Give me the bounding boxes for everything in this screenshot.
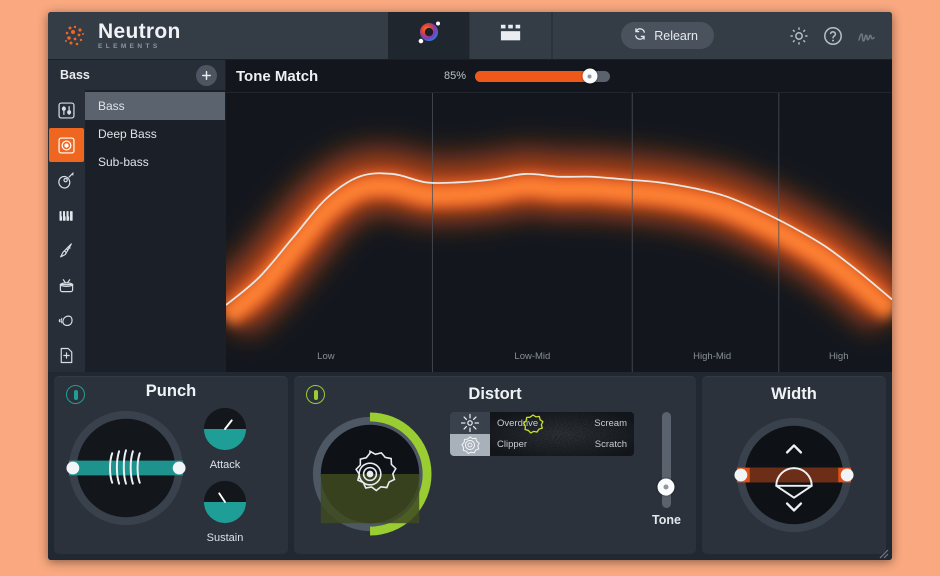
punch-sustain-control[interactable]: Sustain (202, 479, 248, 544)
tab-modules[interactable] (470, 12, 552, 59)
rail-item-guitar[interactable] (49, 163, 84, 197)
rail-item-vocals[interactable] (49, 303, 84, 337)
band-label-high-mid: High-Mid (693, 351, 732, 362)
band-label-low-mid: Low-Mid (514, 351, 551, 362)
plugin-window: Neutron ELEMENTS Relearn Bass Bass Deep … (48, 12, 892, 560)
width-title: Width (771, 384, 817, 403)
module-row: Punch Attack Sustain Distort Overdrive S… (48, 372, 892, 560)
punch-attack-label: Attack (209, 459, 241, 471)
relearn-button[interactable]: Relearn (621, 22, 714, 49)
sidebar-header: Bass (48, 60, 225, 90)
help-question-icon[interactable] (822, 25, 844, 47)
punch-title: Punch (145, 381, 197, 400)
preset-item-1[interactable]: Deep Bass (85, 120, 225, 148)
rail-item-drums[interactable] (49, 268, 84, 302)
punch-power-button[interactable] (66, 385, 85, 404)
band-label-high: High (828, 351, 849, 362)
rail-item-bass[interactable] (49, 128, 84, 162)
rail-item-faders[interactable] (49, 93, 84, 127)
resize-grip-icon[interactable] (878, 546, 889, 559)
module-width: Width (702, 376, 886, 554)
sustain-knob-icon (203, 480, 247, 524)
relearn-label: Relearn (654, 28, 698, 43)
mode-burst[interactable] (450, 412, 490, 434)
main-body: Bass Bass Deep Bass Sub-bass Tone Match … (48, 60, 892, 372)
distort-xy-pad[interactable]: Overdrive Scream Clipper Scratch (490, 412, 634, 456)
mode-rosette[interactable] (450, 434, 490, 456)
brand-subtitle: ELEMENTS (98, 42, 161, 50)
distort-power-button[interactable] (306, 385, 325, 404)
header-actions: Relearn (552, 12, 892, 59)
tone-match-slider-handle[interactable] (582, 68, 598, 84)
tone-match-toolbar: Tone Match 85% (226, 60, 892, 93)
bubble-sphere-icon (410, 14, 448, 57)
punch-sustain-label: Sustain (206, 532, 244, 544)
tone-label: Tone (652, 513, 681, 527)
rail-item-add[interactable] (49, 338, 84, 372)
preset-list: Bass Deep Bass Sub-bass (85, 90, 225, 372)
spectrum-canvas[interactable]: Low Low-Mid High-Mid High (226, 93, 892, 372)
rail-item-keys[interactable] (49, 198, 84, 232)
tone-slider[interactable] (657, 412, 675, 508)
distort-title: Distort (468, 384, 522, 403)
sidebar-title: Bass (60, 68, 90, 82)
signature-squiggle-icon[interactable] (856, 25, 878, 47)
brand: Neutron ELEMENTS (48, 12, 388, 59)
preset-label: Deep Bass (98, 127, 157, 141)
preset-item-2[interactable]: Sub-bass (85, 148, 225, 176)
tone-match-value: 85% (443, 70, 466, 82)
preset-label: Sub-bass (98, 155, 149, 169)
refresh-circular-icon (633, 27, 647, 44)
attack-knob-icon (203, 407, 247, 451)
brand-name: Neutron (98, 19, 181, 43)
rail-item-brass[interactable] (49, 233, 84, 267)
module-punch: Punch Attack Sustain (54, 376, 288, 554)
page-title: Tone Match (236, 67, 319, 85)
punch-attack-control[interactable]: Attack (202, 406, 248, 471)
band-label-low: Low (317, 351, 335, 362)
tone-slider-handle[interactable] (657, 478, 675, 496)
punch-amount-knob[interactable] (64, 406, 188, 535)
neutron-atom-icon (62, 23, 88, 49)
preset-item-0[interactable]: Bass (85, 92, 225, 120)
star-marker-icon[interactable] (520, 412, 546, 443)
xy-label-scream: Scream (594, 418, 627, 429)
sidebar: Bass Bass Deep Bass Sub-bass (48, 60, 226, 372)
preset-label: Bass (98, 99, 125, 113)
distort-mode-xy: Overdrive Scream Clipper Scratch (450, 412, 634, 456)
tab-tone-match[interactable] (388, 12, 470, 59)
modules-window-icon (498, 22, 524, 49)
distort-tone-control: Tone (652, 412, 681, 527)
header-bar: Neutron ELEMENTS Relearn (48, 12, 892, 60)
xy-label-scratch: Scratch (594, 439, 627, 450)
distort-mode-buttons (450, 412, 490, 456)
tone-match-slider[interactable] (475, 68, 610, 84)
tone-match-display: Tone Match 85% Low Low-Mid High-Mid High (226, 60, 892, 372)
module-distort: Distort Overdrive Scream Clipper Scratch… (294, 376, 696, 554)
width-knob[interactable] (732, 413, 856, 542)
gear-icon[interactable] (788, 25, 810, 47)
distort-amount-knob[interactable] (308, 412, 432, 541)
instrument-rail (48, 90, 85, 372)
tone-match-amount: 85% (438, 68, 610, 84)
add-preset-button[interactable] (196, 64, 217, 86)
